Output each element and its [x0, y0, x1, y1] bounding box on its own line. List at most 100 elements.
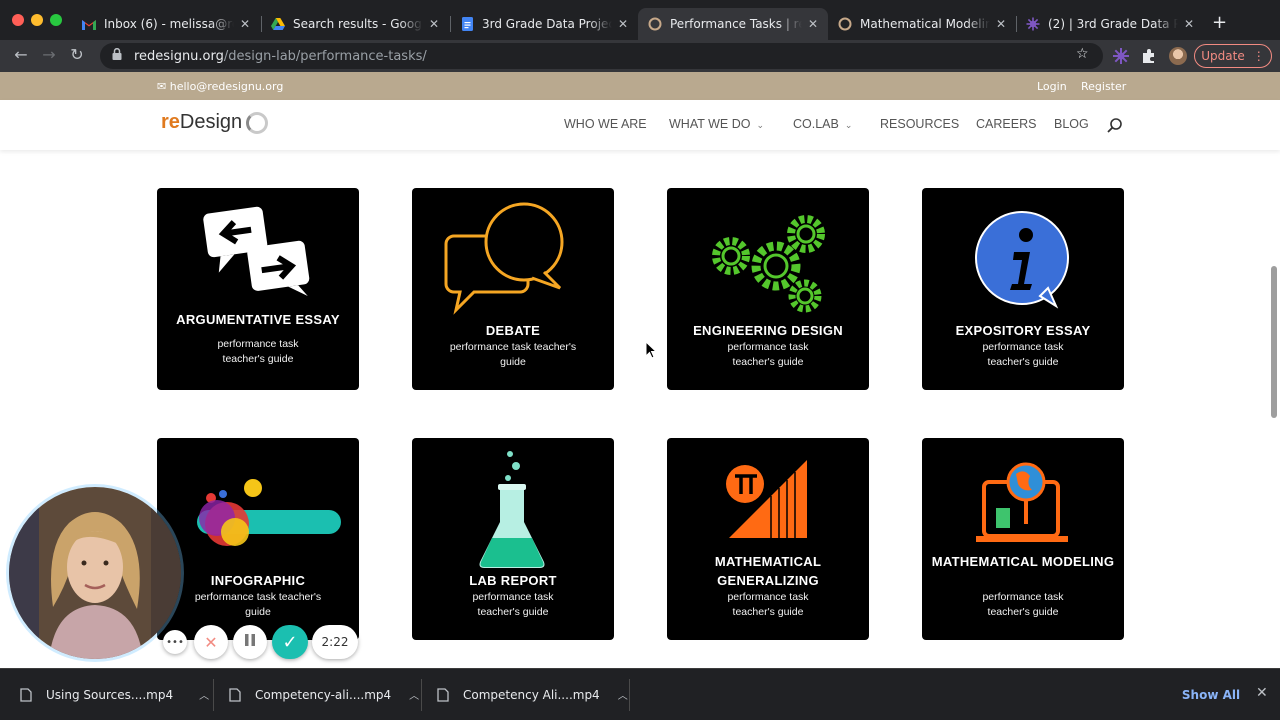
show-all-button[interactable]: Show All [1180, 683, 1242, 707]
register-link[interactable]: Register [1081, 80, 1126, 93]
close-tab-icon[interactable]: ✕ [808, 17, 818, 31]
new-tab-icon[interactable]: + [1212, 12, 1227, 33]
forward-icon[interactable]: → [38, 45, 60, 64]
card-title: INFOGRAPHIC [210, 573, 306, 588]
card-title: MATHEMATICAL MODELING [931, 554, 1115, 569]
download-filename: Competency-ali....mp4 [255, 687, 392, 702]
site-header: re Design WHO WE ARE WHAT WE DO ⌄ CO.LAB ⌄ … [0, 100, 1280, 150]
nav-resources[interactable]: RESOURCES [880, 117, 959, 131]
card-mathematical-generalizing[interactable]: MATHEMATICAL GENERALIZING performance ta… [667, 438, 869, 640]
card-subtitle: performance task teacher's guide [428, 340, 598, 370]
card-engineering-design[interactable]: ENGINEERING DESIGN performance task teach… [667, 188, 869, 390]
tab-google-drive[interactable]: Search results - Google Drive ✕ [261, 8, 449, 40]
download-item[interactable]: Competency-ali....mp4 ︿ [229, 687, 419, 702]
presenter-avatar [9, 487, 181, 659]
card-title: DEBATE [485, 323, 541, 338]
extension-icon[interactable] [1112, 47, 1130, 65]
email-link[interactable]: ✉ hello@redesignu.org [157, 80, 283, 93]
tab-performance-tasks[interactable]: Performance Tasks | reDesign ✕ [638, 8, 828, 40]
download-item[interactable]: Using Sources....mp4 ︿ [20, 687, 209, 702]
nav-label: RESOURCES [880, 117, 960, 131]
close-tab-icon[interactable]: ✕ [996, 17, 1006, 31]
card-subtitle-line: performance task [217, 338, 299, 350]
chevron-up-icon[interactable]: ︿ [618, 687, 628, 702]
redesign-icon [648, 17, 662, 31]
redesign-logo[interactable]: re Design [161, 111, 269, 134]
more-menu-icon: ⋮ [1252, 49, 1265, 63]
nav-label: WHAT WE DO [669, 117, 751, 131]
info-bubble-icon [975, 211, 1069, 309]
recorder-discard-button[interactable]: ✕ [194, 625, 228, 659]
tab-title: 3rd Grade Data Project: Pe [482, 17, 612, 31]
card-subtitle-line: performance task [727, 341, 809, 353]
card-subtitle-line: guide [245, 606, 271, 618]
close-downloads-icon[interactable]: ✕ [1256, 685, 1268, 701]
gears-icon [712, 215, 825, 313]
card-mathematical-modeling[interactable]: MATHEMATICAL MODELING performance task te… [922, 438, 1124, 640]
update-button[interactable]: Update ⋮ [1194, 44, 1272, 68]
card-infographic[interactable]: INFOGRAPHIC performance task teacher's gu… [157, 438, 359, 640]
close-tab-icon[interactable]: ✕ [1184, 17, 1194, 31]
tab-inbox[interactable]: Inbox (6) - melissa@redesignu.org ✕ [72, 8, 260, 40]
gmail-icon [82, 17, 96, 31]
profile-avatar[interactable] [1169, 47, 1187, 65]
nav-blog[interactable]: BLOG [1054, 117, 1089, 131]
back-icon[interactable]: ← [10, 45, 32, 64]
tab-title: Mathematical Modeling: Pe [860, 17, 990, 31]
chevron-up-icon[interactable]: ︿ [199, 687, 209, 702]
flask-icon [479, 451, 545, 568]
page-scrollbar[interactable] [1271, 266, 1277, 418]
recorder-finish-button[interactable]: ✓ [272, 625, 308, 659]
close-icon: ✕ [204, 632, 218, 652]
url-host: redesignu.org [134, 48, 224, 64]
tab-google-doc[interactable]: 3rd Grade Data Project: Pe ✕ [450, 8, 638, 40]
address-bar[interactable]: redesignu.org/design-lab/performance-tas… [100, 43, 1103, 69]
downloads-bar: Using Sources....mp4 ︿ Competency-ali...… [0, 668, 1280, 720]
infographic-icon [197, 479, 341, 546]
card-argumentative-essay[interactable]: ARGUMENTATIVE ESSAY performance task teac… [157, 188, 359, 390]
chevron-up-icon[interactable]: ︿ [409, 687, 419, 702]
card-subtitle-line: teacher's guide [987, 606, 1059, 618]
browser-toolbar: ← → ↻ redesignu.org/design-lab/performan… [0, 40, 1280, 72]
zoom-window-button[interactable] [50, 14, 62, 26]
nav-what-we-do[interactable]: WHAT WE DO ⌄ [669, 117, 764, 131]
more-dots-icon: ••• [166, 636, 184, 648]
nav-careers[interactable]: CAREERS [976, 117, 1036, 131]
card-debate[interactable]: DEBATE performance task teacher's guide [412, 188, 614, 390]
file-icon [20, 687, 32, 702]
app-icon [1026, 17, 1040, 31]
pause-icon [244, 633, 256, 651]
card-subtitle-line: teacher's guide [732, 356, 804, 368]
logo-ring-icon [246, 111, 269, 134]
tab-mathematical-modeling[interactable]: Mathematical Modeling: Pe ✕ [828, 8, 1016, 40]
download-item[interactable]: Competency Ali....mp4 ︿ [437, 687, 628, 702]
download-filename: Using Sources....mp4 [46, 687, 174, 702]
close-tab-icon[interactable]: ✕ [240, 17, 250, 31]
close-tab-icon[interactable]: ✕ [618, 17, 628, 31]
close-tab-icon[interactable]: ✕ [429, 17, 439, 31]
bookmark-star-icon[interactable]: ☆ [1076, 46, 1089, 62]
recorder-more-button[interactable]: ••• [163, 630, 187, 654]
site-topbar: ✉ hello@redesignu.org Login Register [0, 72, 1280, 100]
card-lab-report[interactable]: LAB REPORT performance task teacher's gui… [412, 438, 614, 640]
minimize-window-button[interactable] [31, 14, 43, 26]
tab-third-grade-project[interactable]: (2) | 3rd Grade Data Project ✕ [1016, 8, 1204, 40]
card-expository-essay[interactable]: EXPOSITORY ESSAY performance task teacher… [922, 188, 1124, 390]
webcam-bubble[interactable] [9, 487, 181, 659]
nav-co-lab[interactable]: CO.LAB ⌄ [793, 117, 852, 131]
close-window-button[interactable] [12, 14, 24, 26]
nav-who-we-are[interactable]: WHO WE ARE [564, 117, 647, 131]
redesign-icon [838, 17, 852, 31]
card-subtitle-line: performance task [982, 341, 1064, 353]
login-link[interactable]: Login [1037, 80, 1067, 93]
card-subtitle-line: teacher's guide [987, 356, 1059, 368]
extensions-puzzle-icon[interactable] [1140, 47, 1158, 65]
card-subtitle-line: teacher's guide [477, 606, 549, 618]
google-docs-icon [460, 17, 474, 31]
pi-triangle-icon [726, 460, 807, 538]
search-icon[interactable] [1106, 117, 1124, 135]
card-title: LAB REPORT [469, 573, 557, 588]
reload-icon[interactable]: ↻ [66, 45, 88, 64]
download-filename: Competency Ali....mp4 [463, 687, 600, 702]
recorder-pause-button[interactable] [233, 625, 267, 659]
